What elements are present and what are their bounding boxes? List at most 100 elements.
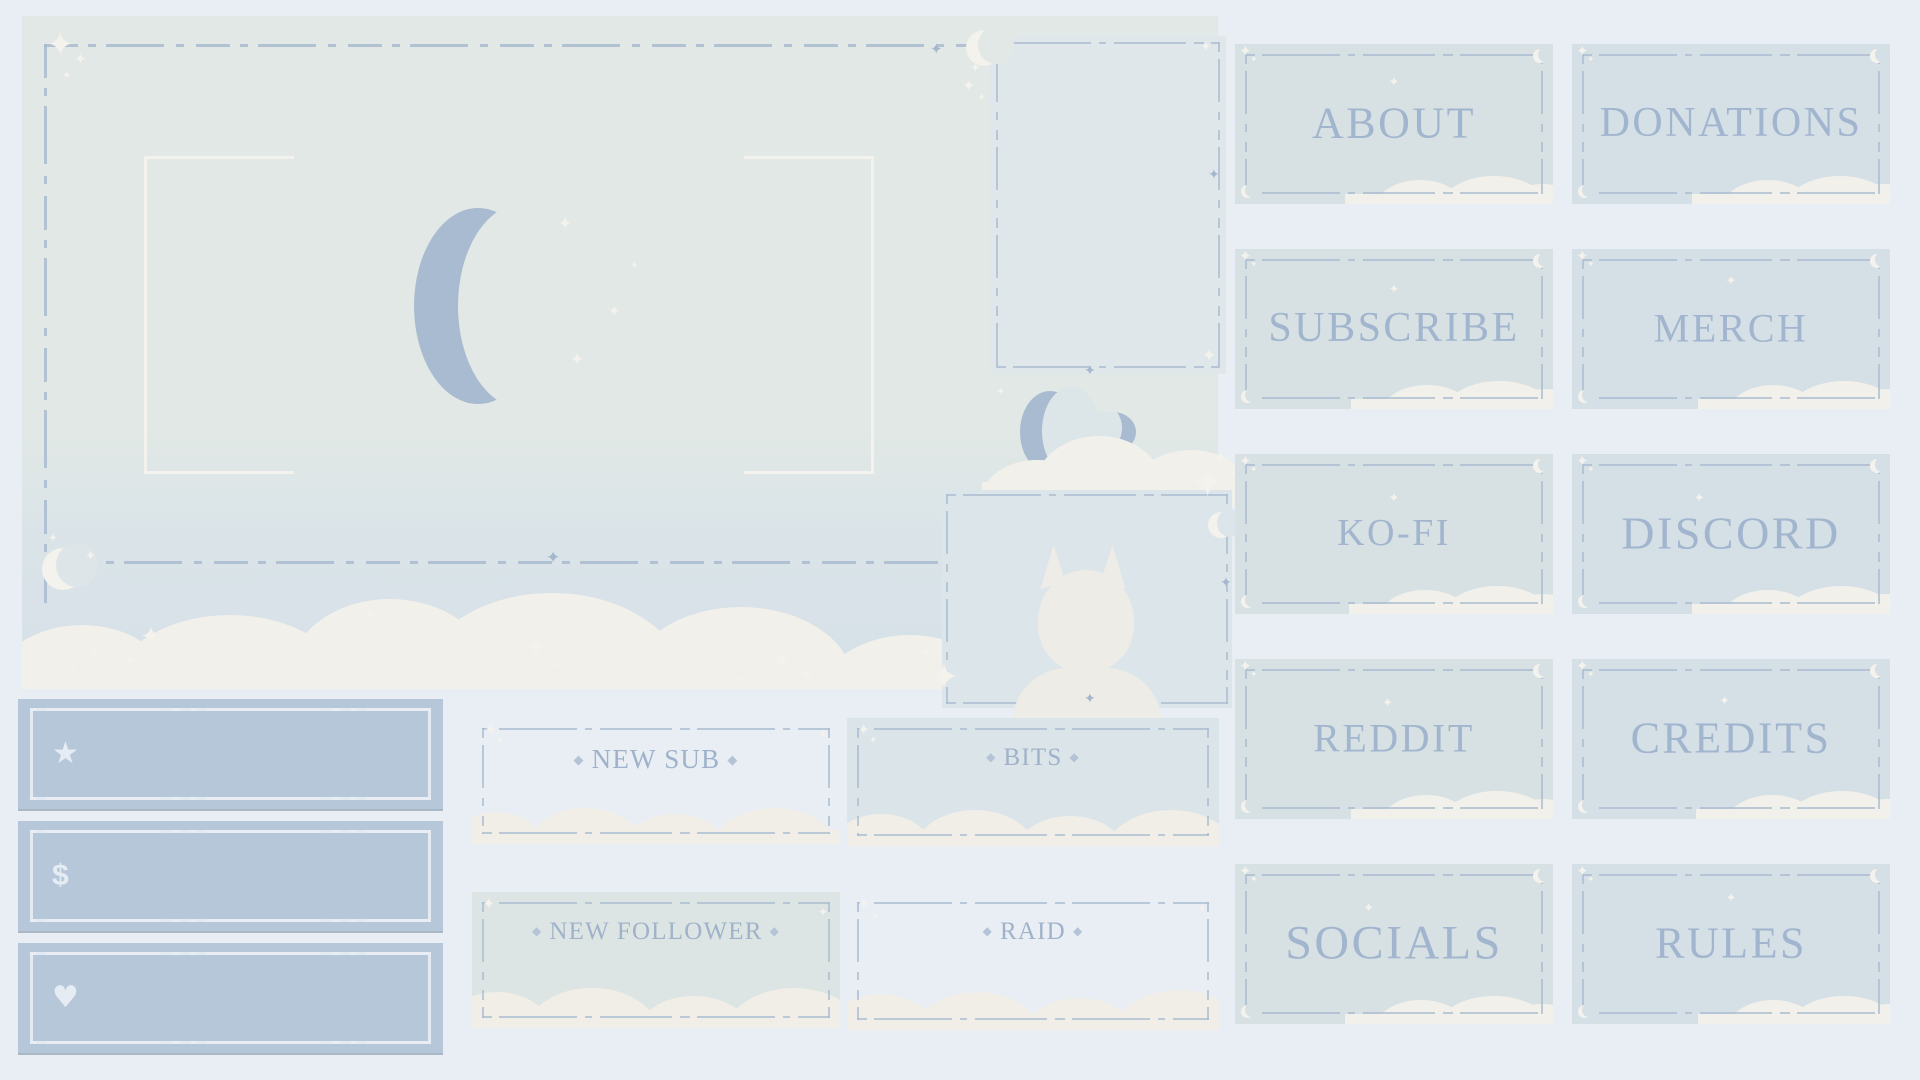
star-icon: ✦ (857, 894, 871, 913)
moon-icon (1241, 593, 1258, 608)
button-label: MERCH (1653, 305, 1809, 351)
star-icon: ✦ (546, 548, 561, 568)
star-icon: ✦ (552, 659, 563, 673)
alert-cloud (472, 788, 840, 844)
alert-box-raid[interactable]: ✦ ✦ ✦ ◆ RAID ◆ (847, 892, 1219, 1030)
dollar-icon: $ (52, 859, 69, 892)
dot-accent: ◆ (1069, 749, 1080, 764)
star-icon: ✦ (1190, 458, 1226, 507)
moon-icon (1241, 183, 1258, 198)
star-icon: ✦ (817, 905, 828, 919)
star-icon: ✦ (1587, 465, 1595, 475)
star-icon: ✦ (1363, 901, 1374, 916)
star-icon: ✦ (1208, 167, 1220, 183)
alert-box-bits[interactable]: ✦ ✦ ◆ BITS ◆ (847, 718, 1219, 846)
avatar-head (1038, 570, 1134, 672)
button-cloud (1235, 369, 1553, 409)
button-discord[interactable]: ✦ ✦ ✦ DISCORD (1572, 454, 1890, 614)
moon-icon (1870, 47, 1889, 63)
star-icon: ✦ (996, 385, 1006, 398)
moon-icon (1578, 1003, 1595, 1018)
button-label: DISCORD (1621, 507, 1841, 559)
alert-box-label: ◆ NEW FOLLOWER ◆ (531, 918, 781, 945)
button-cloud (1235, 779, 1553, 819)
moon-icon (1241, 388, 1258, 403)
star-icon: ✦ (970, 61, 981, 76)
button-label: SOCIALS (1285, 916, 1503, 970)
star-icon: ✦ (1250, 670, 1258, 680)
moon-icon (1208, 509, 1243, 538)
star-icon: ✦ (1388, 282, 1400, 296)
star-icon: ✦ (558, 214, 573, 234)
panel-button-grid: ✦ ✦ ✦ ABOUT ✦ ✦ DONATIONS ✦ ✦ ✦ SUBSCRIB… (1235, 44, 1890, 1024)
button-about[interactable]: ✦ ✦ ✦ ABOUT (1235, 44, 1553, 204)
star-icon: ✦ (1250, 260, 1258, 270)
star-icon: ✦ (1388, 491, 1400, 506)
star-icon: ✦ (46, 25, 75, 65)
scene-frame-left (44, 44, 47, 603)
moon-icon (1870, 457, 1889, 473)
moon-icon (1870, 867, 1889, 883)
moon-icon (1533, 47, 1552, 63)
button-subscribe[interactable]: ✦ ✦ ✦ SUBSCRIBE (1235, 249, 1553, 409)
safe-area-mark (144, 156, 294, 159)
alert-bar-inner-frame (30, 708, 431, 800)
alert-box-new-follower[interactable]: ✦ ✦ ◆ NEW FOLLOWER ◆ (472, 892, 840, 1028)
alert-cloud (847, 790, 1219, 846)
star-icon: ✦ (48, 531, 59, 545)
moon-icon (1533, 662, 1552, 678)
star-icon: ✦ (800, 664, 816, 685)
star-icon: ✦ (962, 76, 976, 95)
button-socials[interactable]: ✦ ✦ ✦ SOCIALS (1235, 864, 1553, 1024)
star-icon: ✦ (1587, 670, 1595, 680)
button-credits[interactable]: ✦ ✦ ✦ CREDITS (1572, 659, 1890, 819)
moon-icon (1533, 867, 1552, 883)
star-icon: ✦ (1084, 363, 1096, 379)
alert-box-label: ◆ RAID ◆ (982, 918, 1084, 945)
main-stream-scene[interactable]: ✦ ✦ ✦ ✦ ✦ ✦ ✦ ✦ ✦ ✦ ✦ ✦ ✦ ✦ ✦ ✦ ✦ ✦ ✦ ✦ … (22, 16, 1262, 724)
alert-bar-tip[interactable]: $ (18, 821, 443, 931)
button-reddit[interactable]: ✦ ✦ ✦ REDDIT (1235, 659, 1553, 819)
button-donations[interactable]: ✦ ✦ DONATIONS (1572, 44, 1890, 204)
star-icon: ✦ (364, 607, 376, 623)
star-icon: ✦ (140, 622, 162, 652)
button-label: ABOUT (1311, 98, 1477, 148)
star-icon: ✦ (1196, 901, 1207, 915)
button-cloud (1572, 779, 1890, 819)
alert-box-new-sub[interactable]: ✦ ✦ ✦ ◆ NEW SUB ◆ (472, 718, 840, 844)
button-cloud (1572, 984, 1890, 1024)
alert-bar-stack: ★ $ ♥ (18, 699, 443, 1065)
button-cloud (1572, 164, 1890, 204)
star-icon: ✦ (1587, 260, 1595, 270)
safe-area-mark (744, 156, 874, 159)
button-rules[interactable]: ✦ ✦ ✦ RULES (1572, 864, 1890, 1024)
star-icon: ✦ (1200, 39, 1212, 55)
star-icon: ✦ (928, 655, 960, 699)
alert-bar-support[interactable]: ♥ (18, 943, 443, 1053)
star-icon: ✦ (1214, 448, 1228, 467)
button-cloud (1235, 574, 1553, 614)
chat-panel-frame (996, 42, 1220, 368)
button-label: CREDITS (1630, 713, 1832, 763)
button-merch[interactable]: ✦ ✦ ✦ MERCH (1572, 249, 1890, 409)
dot-accent: ◆ (769, 923, 781, 938)
moon-icon (1533, 457, 1552, 473)
safe-area-mark (744, 471, 874, 474)
chat-panel[interactable] (990, 36, 1226, 374)
star-icon: ✦ (482, 894, 496, 913)
webcam-panel[interactable] (942, 490, 1232, 724)
button-cloud (1235, 984, 1553, 1024)
moon-icon (42, 543, 98, 590)
alert-bar-follow[interactable]: ★ (18, 699, 443, 809)
dot-accent: ◆ (573, 751, 585, 767)
dot-accent: ◆ (986, 749, 997, 764)
star-icon: ✦ (1250, 55, 1258, 65)
star-icon: ✦ (1388, 75, 1400, 90)
moon-icon (1241, 1003, 1258, 1018)
star-icon: ✦ (930, 40, 943, 58)
star-icon: ✦ (770, 646, 792, 676)
moon-icon (1578, 183, 1595, 198)
star-icon: ✦ (977, 91, 987, 104)
button-ko-fi[interactable]: ✦ ✦ ✦ KO-FI (1235, 454, 1553, 614)
button-label: RULES (1655, 918, 1807, 968)
